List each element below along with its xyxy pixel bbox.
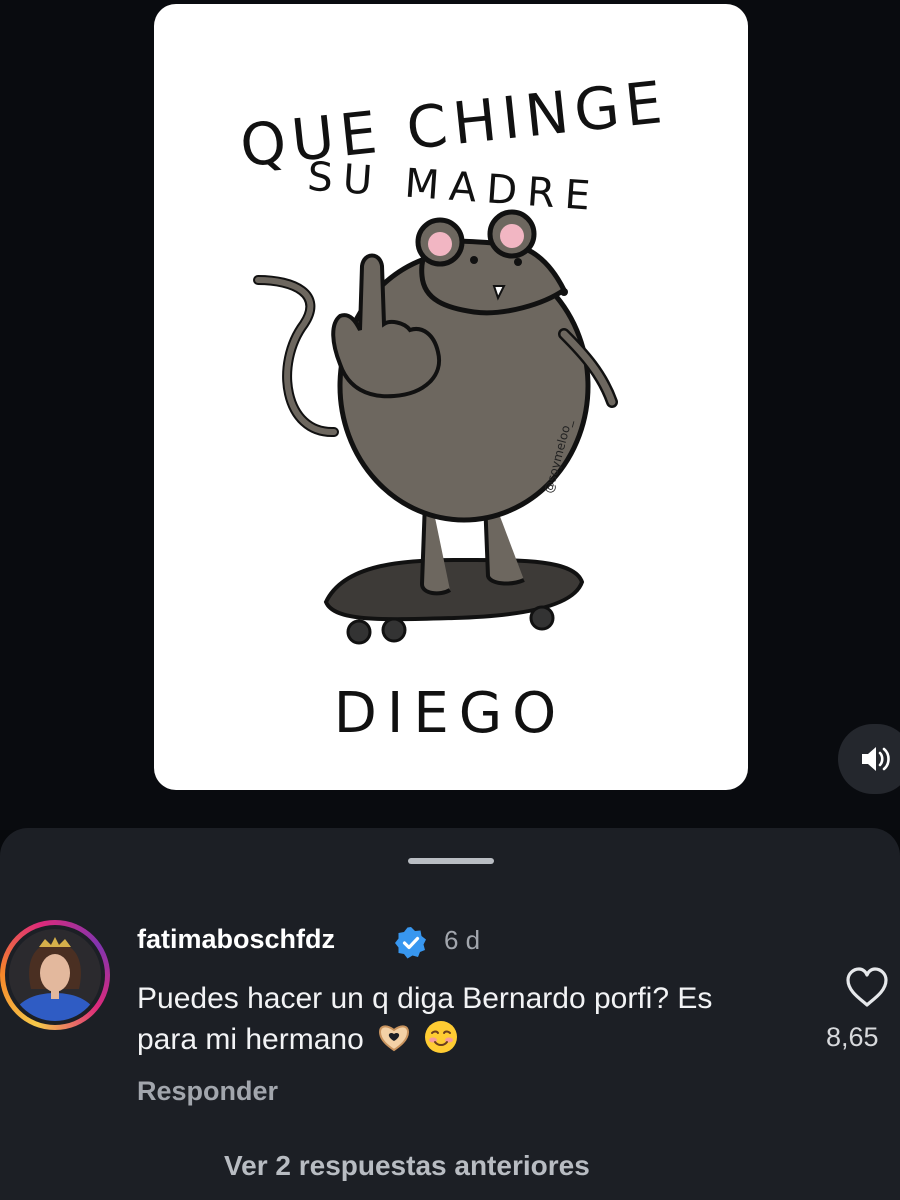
heart-icon[interactable] bbox=[844, 966, 890, 1008]
view-replies-button[interactable]: Ver 2 respuestas anteriores bbox=[224, 1150, 590, 1182]
comment-text: Puedes hacer un q diga Bernardo porfi? E… bbox=[137, 978, 777, 1060]
like-count: 8,65 bbox=[826, 1022, 879, 1052]
artwork-line2: SU MADRE bbox=[306, 154, 602, 220]
comment-timestamp: 6 d bbox=[444, 925, 481, 955]
comments-sheet[interactable]: fatimaboschfdz 6 d Puedes hacer un q dig… bbox=[0, 828, 900, 1200]
reply-button[interactable]: Responder bbox=[137, 1076, 278, 1107]
verified-badge-icon bbox=[395, 927, 426, 959]
artwork-name: DIEGO bbox=[334, 681, 567, 746]
sheet-drag-handle[interactable] bbox=[408, 858, 494, 864]
sound-toggle-button[interactable] bbox=[838, 724, 900, 794]
post-image-card[interactable]: QUE CHINGE SU MADRE DIEGO @soymeloo_ bbox=[154, 4, 748, 790]
speaker-on-icon bbox=[862, 747, 890, 771]
heart-hands-emoji bbox=[379, 1025, 410, 1052]
avatar[interactable] bbox=[9, 929, 101, 1021]
comment-username[interactable]: fatimaboschfdz bbox=[137, 924, 335, 955]
rat-illustration: QUE CHINGE SU MADRE DIEGO @soymeloo_ bbox=[237, 68, 671, 746]
video-area[interactable]: QUE CHINGE SU MADRE DIEGO @soymeloo_ bbox=[0, 0, 900, 830]
avatar-story-ring[interactable] bbox=[0, 920, 110, 1030]
smiling-face-emoji bbox=[425, 1021, 458, 1053]
